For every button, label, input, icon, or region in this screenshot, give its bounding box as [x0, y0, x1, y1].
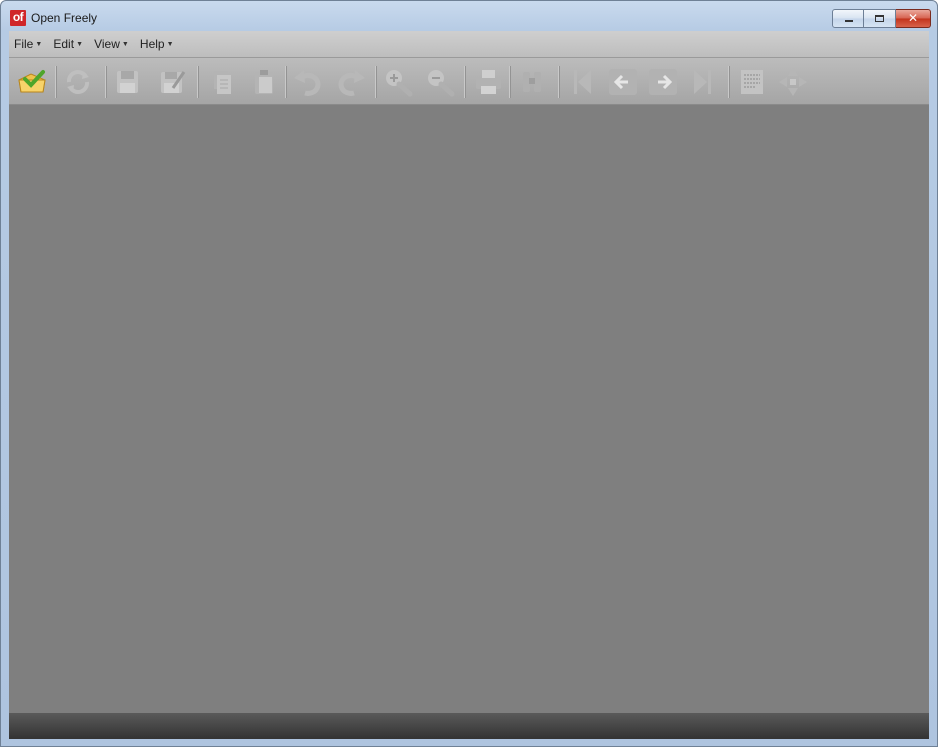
save-button[interactable]: [110, 66, 144, 98]
fit-page-icon: [779, 68, 807, 96]
first-page-icon: [574, 70, 591, 94]
hex-view-button[interactable]: [735, 66, 769, 98]
paste-icon: [255, 70, 273, 94]
next-page-button[interactable]: [646, 66, 680, 98]
toolbar-separator: [728, 66, 730, 98]
toolbar: [9, 58, 929, 105]
find-button[interactable]: [515, 66, 549, 98]
next-page-icon: [649, 69, 677, 95]
app-window: of Open Freely ✕ File ▼ Edit ▼ View ▼ Help ▼: [0, 0, 938, 747]
chevron-down-icon: ▼: [35, 41, 43, 48]
copy-button[interactable]: [205, 66, 239, 98]
minimize-icon: [845, 20, 853, 22]
hex-view-icon: [741, 70, 763, 94]
menu-edit-label: Edit: [53, 37, 75, 51]
copy-icon: [214, 71, 231, 94]
toolbar-separator: [509, 66, 511, 98]
maximize-icon: [875, 15, 884, 22]
first-page-button[interactable]: [565, 66, 599, 98]
print-button[interactable]: [471, 66, 505, 98]
menu-file[interactable]: File ▼: [11, 37, 45, 51]
toolbar-separator: [375, 66, 377, 98]
toolbar-separator: [285, 66, 287, 98]
menu-bar: File ▼ Edit ▼ View ▼ Help ▼: [9, 31, 929, 58]
fit-page-button[interactable]: [776, 66, 810, 98]
open-folder-icon: [18, 70, 46, 93]
last-page-icon: [694, 70, 711, 94]
paste-button[interactable]: [247, 66, 281, 98]
zoom-in-icon: [386, 70, 413, 97]
maximize-button[interactable]: [864, 9, 896, 28]
close-icon: ✕: [907, 11, 919, 25]
chevron-down-icon: ▼: [121, 41, 129, 48]
status-bar: [9, 713, 929, 739]
previous-page-button[interactable]: [606, 66, 640, 98]
chevron-down-icon: ▼: [76, 41, 83, 48]
find-binoculars-icon: [523, 72, 541, 92]
save-as-icon: [161, 71, 186, 93]
close-button[interactable]: ✕: [896, 9, 931, 28]
window-title: Open Freely: [31, 11, 98, 25]
save-icon: [117, 71, 138, 93]
zoom-in-button[interactable]: [381, 66, 415, 98]
zoom-out-icon: [428, 70, 455, 97]
undo-icon: [294, 70, 321, 96]
minimize-button[interactable]: [832, 9, 864, 28]
menu-view[interactable]: View ▼: [91, 37, 132, 51]
toolbar-separator: [197, 66, 199, 98]
menu-help[interactable]: Help ▼: [137, 37, 177, 51]
app-logo-icon: of: [10, 10, 26, 26]
zoom-out-button[interactable]: [423, 66, 457, 98]
menu-edit[interactable]: Edit ▼: [50, 37, 86, 51]
toolbar-separator: [55, 66, 57, 98]
menu-file-label: File: [14, 37, 34, 51]
undo-button[interactable]: [291, 66, 325, 98]
previous-page-icon: [609, 69, 637, 95]
document-workspace[interactable]: [9, 105, 929, 713]
refresh-icon: [66, 70, 90, 94]
toolbar-separator: [105, 66, 107, 98]
redo-button[interactable]: [334, 66, 368, 98]
refresh-button[interactable]: [61, 66, 95, 98]
last-page-button[interactable]: [686, 66, 720, 98]
chevron-down-icon: ▼: [166, 41, 174, 48]
print-icon: [476, 70, 501, 94]
menu-view-label: View: [94, 37, 120, 51]
save-as-button[interactable]: [155, 66, 189, 98]
toolbar-separator: [558, 66, 560, 98]
title-bar[interactable]: of Open Freely ✕: [1, 1, 937, 31]
open-button[interactable]: [15, 66, 49, 98]
redo-icon: [338, 70, 365, 96]
toolbar-separator: [464, 66, 466, 98]
client-area: File ▼ Edit ▼ View ▼ Help ▼: [9, 31, 929, 739]
menu-help-label: Help: [139, 37, 165, 51]
